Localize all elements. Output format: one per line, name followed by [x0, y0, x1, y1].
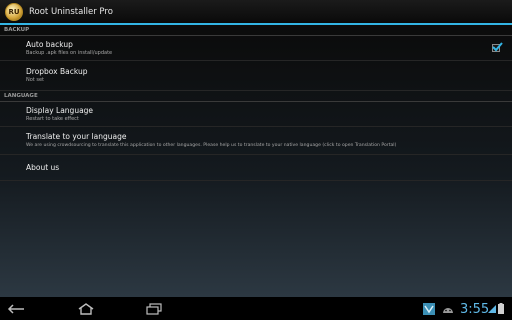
back-button[interactable] [5, 301, 29, 316]
app-logo-icon[interactable]: RU [5, 2, 23, 21]
status-clock[interactable]: 3:55 [460, 302, 489, 317]
checkmark-icon [492, 42, 503, 52]
pref-title: Translate to your language [26, 132, 127, 141]
android-robot-icon[interactable] [442, 305, 454, 313]
pref-summary: We are using crowdsourcing to translate … [26, 143, 397, 148]
section-header-language: LANGUAGE [0, 91, 512, 102]
pref-summary: Not set [26, 77, 44, 83]
back-icon [7, 303, 24, 314]
battery-icon [498, 303, 504, 314]
settings-list: BACKUP Auto backup Backup .apk files on … [0, 25, 512, 297]
pref-title: Auto backup [26, 39, 73, 49]
auto-backup-checkbox[interactable] [492, 42, 503, 52]
app-title: Root Uninstaller Pro [29, 6, 113, 17]
pref-display-language[interactable]: Display Language Restart to take effect [0, 102, 512, 127]
home-button[interactable] [74, 301, 98, 316]
pref-summary: Restart to take effect [26, 115, 79, 122]
pref-dropbox-backup[interactable]: Dropbox Backup Not set [0, 61, 512, 91]
system-nav-bar [0, 297, 512, 320]
pref-translate[interactable]: Translate to your language We are using … [0, 127, 512, 155]
pref-auto-backup[interactable]: Auto backup Backup .apk files on install… [0, 36, 512, 61]
pref-summary: Backup .apk files on install/update [26, 49, 113, 56]
action-bar: RU Root Uninstaller Pro [0, 0, 512, 25]
pref-title: Dropbox Backup [26, 67, 88, 76]
pref-title: About us [26, 162, 60, 172]
app-notification-icon[interactable] [423, 303, 435, 315]
recent-apps-icon [146, 302, 162, 315]
pref-title: Display Language [26, 105, 94, 115]
section-header-backup: BACKUP [0, 25, 512, 36]
signal-icon [488, 305, 496, 313]
pref-about-us[interactable]: About us [0, 155, 512, 181]
recent-apps-button[interactable] [142, 301, 166, 316]
home-icon [78, 302, 94, 315]
